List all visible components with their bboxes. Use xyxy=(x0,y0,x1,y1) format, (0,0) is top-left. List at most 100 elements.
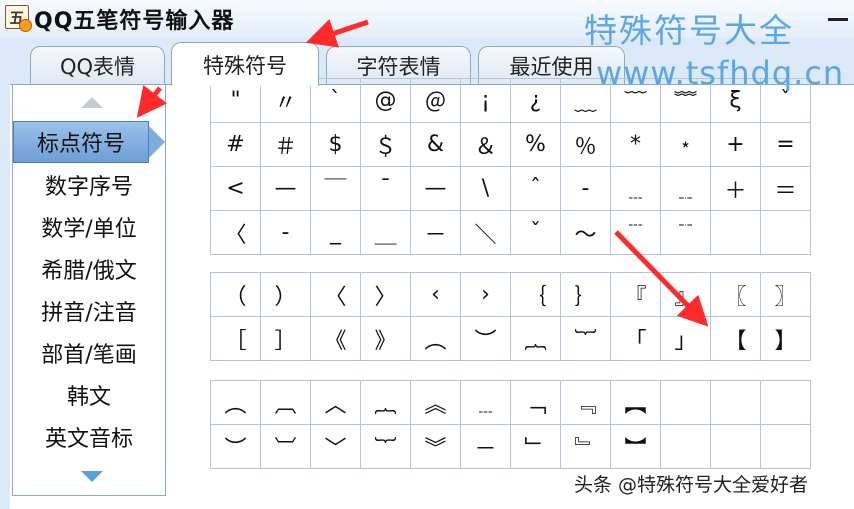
symbol-cell[interactable] xyxy=(761,381,811,425)
symbol-cell[interactable]: 〗 xyxy=(761,273,811,317)
symbol-cell[interactable]: ﹡ xyxy=(661,123,711,167)
symbol-cell[interactable]: － xyxy=(411,211,461,255)
symbol-cell[interactable]: ￣ xyxy=(311,167,361,211)
symbol-cell[interactable]: ︶ xyxy=(461,317,511,361)
symbol-cell[interactable]: ︵ xyxy=(211,381,261,425)
symbol-cell[interactable]: ︻ xyxy=(611,381,661,425)
symbol-cell[interactable]: 】 xyxy=(761,317,811,361)
symbol-cell[interactable]: + xyxy=(711,123,761,167)
symbol-cell[interactable]: ︸ xyxy=(361,425,411,469)
symbol-cell[interactable]: @ xyxy=(361,79,411,123)
symbol-cell[interactable]: ¿ xyxy=(511,79,561,123)
category-korean[interactable]: 韩文 xyxy=(13,374,165,416)
category-pinyin-zhuyin[interactable]: 拼音/注音 xyxy=(13,290,165,332)
symbol-cell[interactable]: ︹ xyxy=(261,381,311,425)
symbol-cell[interactable]: # xyxy=(211,123,261,167)
symbol-cell[interactable]: % xyxy=(511,123,561,167)
symbol-cell[interactable]: 」 xyxy=(661,317,711,361)
symbol-cell[interactable] xyxy=(761,425,811,469)
symbol-cell[interactable]: ︶ xyxy=(211,425,261,469)
symbol-cell[interactable]: ︼ xyxy=(611,425,661,469)
symbol-cell[interactable]: ﹊ xyxy=(661,211,711,255)
symbol-cell[interactable]: 』 xyxy=(661,273,711,317)
symbol-cell[interactable]: ﹍ xyxy=(461,381,511,425)
symbol-cell[interactable]: 【 xyxy=(711,317,761,361)
symbol-cell[interactable]: 〈 xyxy=(211,211,261,255)
symbol-cell[interactable]: ＆ xyxy=(461,123,511,167)
symbol-cell[interactable] xyxy=(711,211,761,255)
symbol-cell[interactable]: ︸ xyxy=(561,317,611,361)
symbol-cell[interactable]: ﹄ xyxy=(561,425,611,469)
symbol-cell[interactable]: ＠ xyxy=(411,79,461,123)
symbol-cell[interactable]: ˉ xyxy=(361,167,411,211)
symbol-cell[interactable]: 《 xyxy=(311,317,361,361)
symbol-cell[interactable]: ％ xyxy=(561,123,611,167)
symbol-cell[interactable]: & xyxy=(411,123,461,167)
symbol-cell[interactable]: ﹃ xyxy=(561,381,611,425)
symbol-cell[interactable]: ＼ xyxy=(461,211,511,255)
symbol-cell[interactable]: ﹎ xyxy=(661,167,711,211)
scroll-down-icon[interactable] xyxy=(81,471,103,482)
symbol-cell[interactable]: ＋ xyxy=(711,167,761,211)
symbol-cell[interactable]: ＿ xyxy=(361,211,411,255)
category-greek-russian[interactable]: 希腊/俄文 xyxy=(13,248,165,290)
symbol-cell[interactable]: ﹀ xyxy=(311,425,361,469)
symbol-cell[interactable]: \ xyxy=(461,167,511,211)
symbol-cell[interactable]: 〖 xyxy=(711,273,761,317)
symbol-cell[interactable]: ︷ xyxy=(361,381,411,425)
symbol-cell[interactable]: － xyxy=(461,425,511,469)
symbol-cell[interactable]: 〉 xyxy=(361,273,411,317)
symbol-cell[interactable] xyxy=(661,381,711,425)
tab-special-symbols[interactable]: 特殊符号 xyxy=(171,42,319,86)
symbol-cell[interactable]: $ xyxy=(311,123,361,167)
symbol-cell[interactable]: 「 xyxy=(611,317,661,361)
symbol-cell[interactable]: = xyxy=(761,123,811,167)
symbol-cell[interactable]: ＝ xyxy=(761,167,811,211)
symbol-cell[interactable] xyxy=(711,425,761,469)
symbol-cell[interactable]: ） xyxy=(261,273,311,317)
symbol-cell[interactable]: ︽ xyxy=(411,381,461,425)
category-radicals[interactable]: 部首/笔画 xyxy=(13,332,165,374)
category-punctuation[interactable]: 标点符号 xyxy=(13,121,165,163)
symbol-cell[interactable]: ︿ xyxy=(311,381,361,425)
symbol-cell[interactable]: * xyxy=(611,123,661,167)
symbol-cell[interactable]: ﹁ xyxy=(511,381,561,425)
symbol-cell[interactable]: ˇ xyxy=(511,211,561,255)
symbol-cell[interactable]: （ xyxy=(211,273,261,317)
symbol-cell[interactable]: ‹ xyxy=(411,273,461,317)
symbol-cell[interactable]: _ xyxy=(311,211,361,255)
symbol-cell[interactable]: ˆ xyxy=(511,167,561,211)
symbol-cell[interactable]: ¡ xyxy=(461,79,511,123)
category-math-units[interactable]: 数学/单位 xyxy=(13,206,165,248)
symbol-cell[interactable]: ﹉ xyxy=(611,211,661,255)
symbol-cell[interactable]: ～ xyxy=(561,211,611,255)
scroll-up-icon[interactable] xyxy=(81,97,103,108)
symbol-cell[interactable]: ｛ xyxy=(511,273,561,317)
symbol-cell[interactable]: ︷ xyxy=(511,317,561,361)
symbol-cell[interactable]: ﹍ xyxy=(611,167,661,211)
symbol-cell[interactable]: ＃ xyxy=(261,123,311,167)
symbol-cell[interactable] xyxy=(711,381,761,425)
symbol-cell[interactable]: ︺ xyxy=(261,425,311,469)
symbol-cell[interactable]: ＄ xyxy=(361,123,411,167)
symbol-cell[interactable]: 〈 xyxy=(311,273,361,317)
symbol-cell[interactable] xyxy=(661,425,711,469)
symbol-cell[interactable]: ︵ xyxy=(411,317,461,361)
category-english-phonetic[interactable]: 英文音标 xyxy=(13,416,165,458)
symbol-cell[interactable]: < xyxy=(211,167,261,211)
symbol-cell[interactable]: - xyxy=(261,211,311,255)
symbol-cell[interactable]: ［ xyxy=(211,317,261,361)
minimize-icon[interactable] xyxy=(828,18,848,21)
symbol-cell[interactable]: 『 xyxy=(611,273,661,317)
symbol-cell[interactable]: ｝ xyxy=(561,273,611,317)
tab-qq-emoji[interactable]: QQ表情 xyxy=(30,46,165,84)
symbol-cell[interactable]: › xyxy=(461,273,511,317)
symbol-cell[interactable]: ］ xyxy=(261,317,311,361)
symbol-cell[interactable]: — xyxy=(261,167,311,211)
symbol-cell[interactable]: ﹂ xyxy=(511,425,561,469)
symbol-cell[interactable]: — xyxy=(411,167,461,211)
symbol-cell[interactable]: ︾ xyxy=(411,425,461,469)
symbol-cell[interactable] xyxy=(761,211,811,255)
category-numbers[interactable]: 数字序号 xyxy=(13,164,165,206)
symbol-cell[interactable]: 》 xyxy=(361,317,411,361)
